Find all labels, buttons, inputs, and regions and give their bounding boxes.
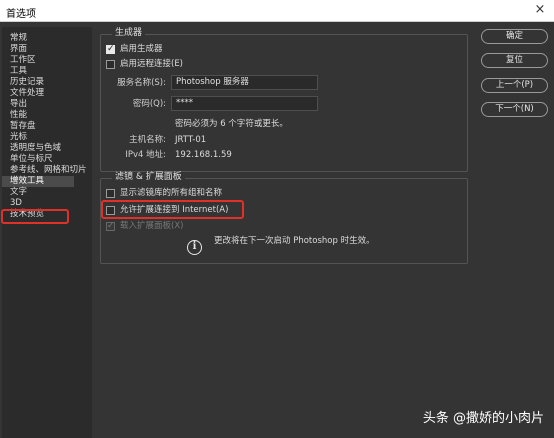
password-hint: 密码必须为 6 个字符或更长。 [175,119,288,129]
service-name-input[interactable]: Photoshop 服务器 [171,75,318,90]
category-list[interactable]: 常规 界面 工作区 工具 历史记录 文件处理 导出 性能 暂存盘 光标 透明度与… [2,27,92,438]
info-icon: i [187,240,202,255]
watermark: 头条 @撒娇的小肉片 [422,411,544,426]
reset-button[interactable]: 复位 [481,53,548,68]
service-name-label: 服务名称(S): [117,78,166,88]
highlight-box-plugins [1,209,69,224]
category-export[interactable]: 导出 [10,99,90,110]
show-all-groups-checkbox[interactable] [106,189,115,198]
window-title: 首选项 [6,9,36,20]
ok-button[interactable]: 确定 [481,29,548,44]
filters-legend: 滤镜 & 扩展面板 [112,172,185,182]
password-input[interactable]: **** [171,96,318,111]
host-name-label: 主机名称: [129,135,166,145]
category-performance[interactable]: 性能 [10,110,90,121]
category-file-handling[interactable]: 文件处理 [10,88,90,99]
category-guides[interactable]: 参考线、网格和切片 [10,165,90,176]
highlight-box-internet [101,200,244,219]
password-label: 密码(Q): [132,99,166,109]
category-workspace[interactable]: 工作区 [10,55,90,66]
show-all-groups-label: 显示滤镜库的所有组和名称 [120,188,223,198]
enable-generator-label: 启用生成器 [120,44,163,54]
close-icon[interactable]: × [532,2,548,18]
category-tools[interactable]: 工具 [10,66,90,77]
enable-remote-label: 启用远程连接(E) [120,59,184,69]
category-history[interactable]: 历史记录 [10,77,90,88]
category-plugins[interactable]: 增效工具 [2,176,74,187]
category-scratch-disks[interactable]: 暂存盘 [10,121,90,132]
load-panels-label: 载入扩展面板(X) [120,221,184,231]
ipv4-value: 192.168.1.59 [175,150,232,160]
next-button[interactable]: 下一个(N) [481,102,548,117]
category-general[interactable]: 常规 [10,33,90,44]
category-interface[interactable]: 界面 [10,44,90,55]
prev-button[interactable]: 上一个(P) [481,78,548,93]
host-name-value: JRTT-01 [175,135,207,145]
ipv4-label: IPv4 地址: [125,150,166,160]
preferences-dialog: 常规 界面 工作区 工具 历史记录 文件处理 导出 性能 暂存盘 光标 透明度与… [0,22,554,438]
category-3d[interactable]: 3D [10,198,90,209]
generator-legend: 生成器 [112,28,146,38]
title-bar: 首选项 × [0,0,554,22]
category-type[interactable]: 文字 [10,187,90,198]
enable-generator-checkbox[interactable] [106,44,115,54]
category-units[interactable]: 单位与标尺 [10,154,90,165]
category-transparency[interactable]: 透明度与色域 [10,143,90,154]
enable-remote-checkbox[interactable] [106,60,115,69]
category-cursors[interactable]: 光标 [10,132,90,143]
load-panels-checkbox[interactable] [106,221,115,231]
restart-notice: 更改将在下一次启动 Photoshop 时生效。 [214,236,375,246]
